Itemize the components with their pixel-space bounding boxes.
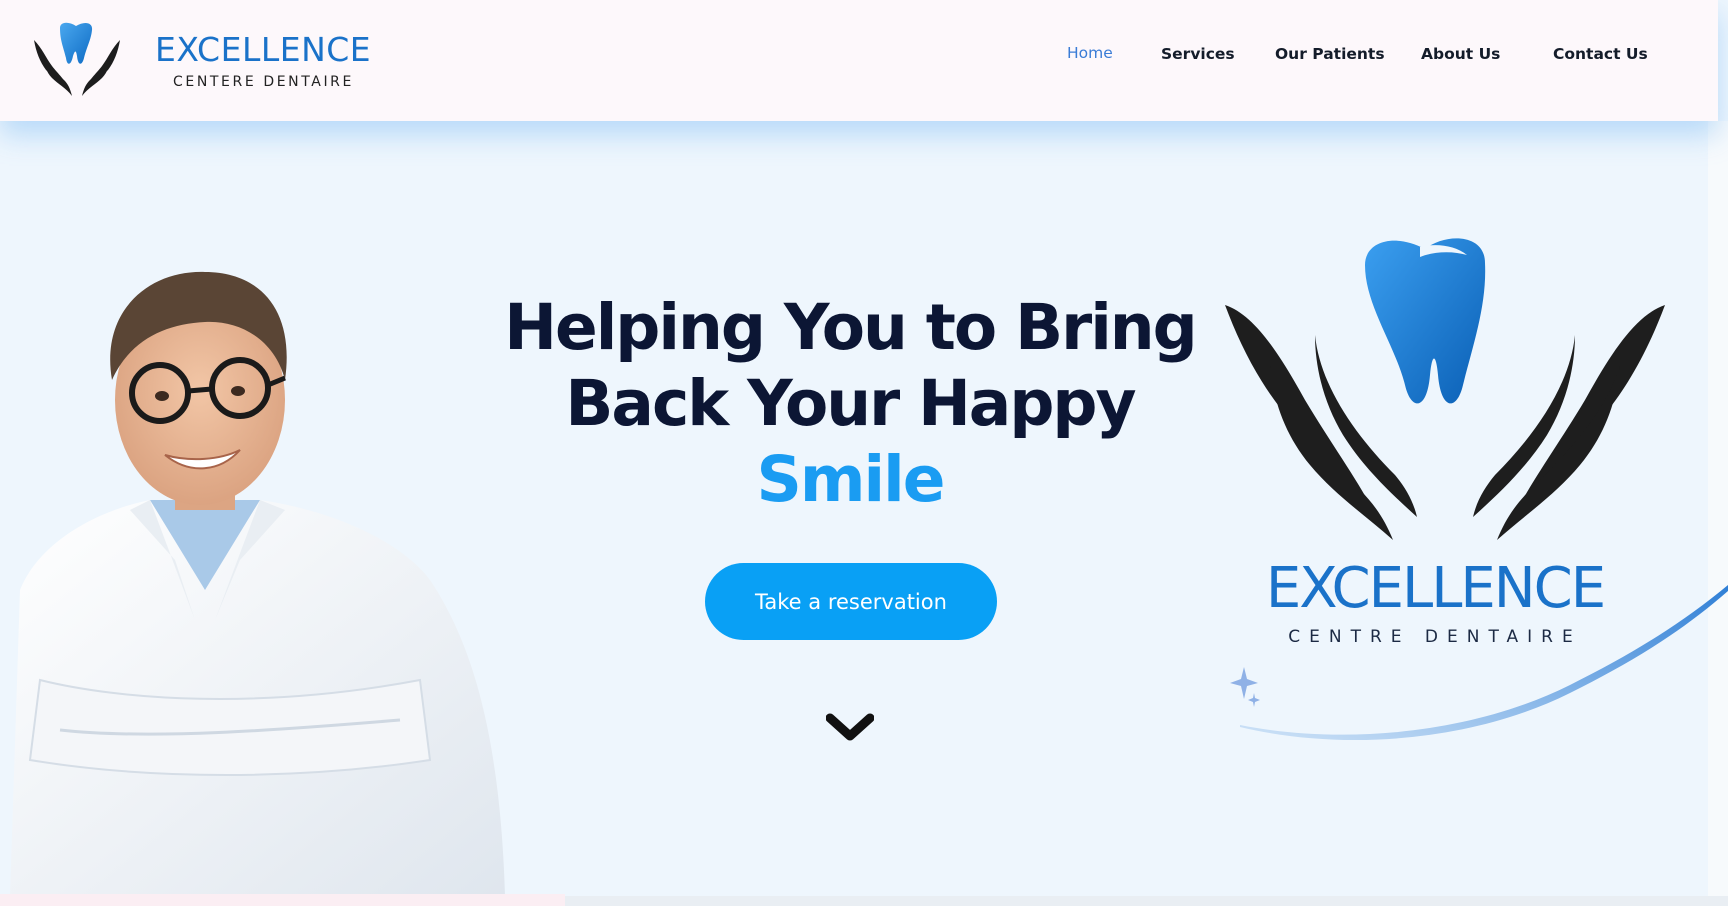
chevron-down-icon[interactable]	[826, 710, 874, 744]
brand-tagline: CENTERE DENTAIRE	[173, 74, 354, 90]
nav-services[interactable]: Services	[1161, 45, 1235, 63]
tooth-hands-logo-icon[interactable]	[30, 22, 124, 100]
hero-headline: Helping You to Bring Back Your Happy Smi…	[500, 290, 1200, 518]
nav-about-us[interactable]: About Us	[1421, 45, 1500, 63]
logo-block-name: EXCELLENCE	[1265, 556, 1606, 621]
take-reservation-button[interactable]: Take a reservation	[705, 563, 997, 640]
excellence-large-logo-icon	[1225, 238, 1665, 540]
brand-name[interactable]: EXCELLENCE	[155, 30, 371, 69]
headline-line-1: Helping You to Bring	[504, 291, 1197, 364]
headline-line-2: Back Your Happy	[565, 367, 1136, 440]
logo-block-tagline: CENTRE DENTAIRE	[1288, 627, 1582, 647]
doctor-photo	[10, 271, 505, 896]
nav-contact-us[interactable]: Contact Us	[1553, 45, 1648, 63]
right-edge-strip	[1708, 121, 1728, 906]
next-section-peek	[0, 894, 565, 906]
nav-home[interactable]: Home	[1067, 44, 1113, 62]
site-header: EXCELLENCE CENTERE DENTAIRE Home Service…	[0, 0, 1718, 121]
nav-our-patients[interactable]: Our Patients	[1275, 45, 1385, 63]
headline-accent: Smile	[756, 443, 946, 516]
